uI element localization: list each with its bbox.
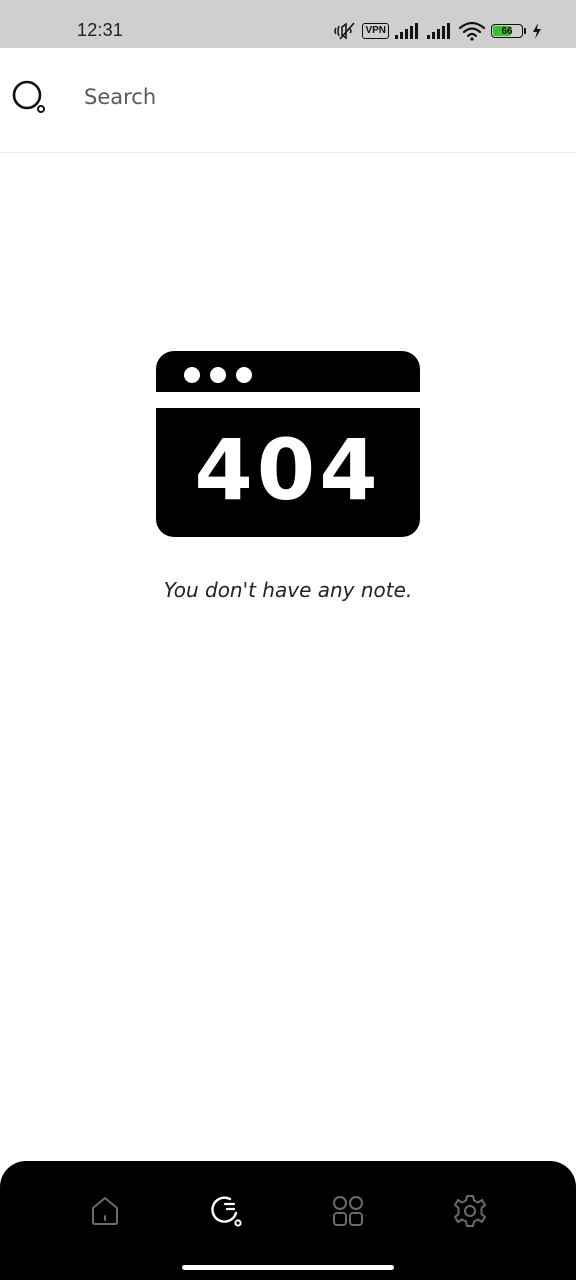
gear-icon	[454, 1195, 486, 1227]
error-404-illustration: 404	[156, 351, 420, 537]
battery-level: 66	[501, 25, 513, 37]
battery-icon: 66	[491, 24, 526, 38]
error-code: 404	[194, 421, 381, 519]
signal-icon	[395, 23, 418, 39]
wifi-icon	[459, 21, 485, 41]
mute-icon	[334, 22, 356, 40]
search-icon[interactable]	[12, 80, 48, 116]
status-icons: VPN 66	[334, 18, 542, 44]
charging-icon	[533, 23, 541, 39]
search-icon	[211, 1196, 242, 1227]
vpn-badge: VPN	[362, 23, 389, 39]
search-input[interactable]	[82, 76, 526, 118]
signal-icon	[427, 23, 450, 39]
home-indicator[interactable]	[182, 1265, 394, 1270]
grid-icon	[333, 1196, 363, 1226]
search-bar	[0, 48, 576, 153]
nav-search[interactable]	[204, 1189, 248, 1233]
status-bar: 12:31 VPN 66	[0, 0, 576, 48]
nav-settings[interactable]	[448, 1189, 492, 1233]
home-icon	[92, 1197, 118, 1225]
bottom-nav	[0, 1161, 576, 1280]
status-time: 12:31	[77, 20, 124, 40]
empty-message: You don't have any note.	[163, 578, 413, 602]
battery-tip	[524, 28, 526, 34]
battery-body: 66	[491, 24, 523, 38]
nav-home[interactable]	[83, 1189, 127, 1233]
nav-categories[interactable]	[326, 1189, 370, 1233]
